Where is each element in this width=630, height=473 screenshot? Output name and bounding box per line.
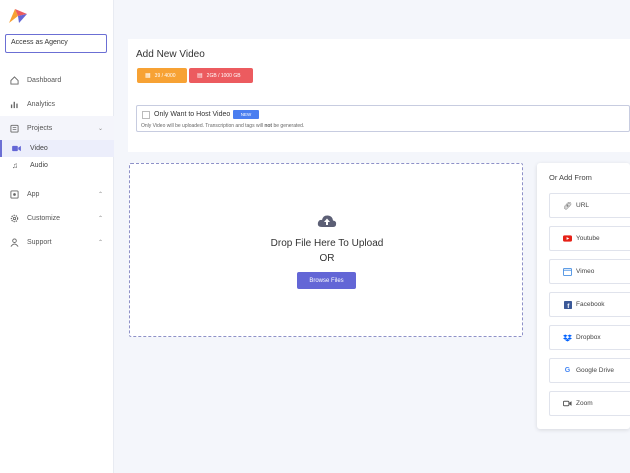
sidebar-item-label: Dashboard [27,76,62,84]
source-label: Vimeo [576,268,595,275]
chevron-up-icon[interactable]: ⌃ [98,191,103,198]
music-icon: ♫ [12,161,18,170]
user-icon [9,237,19,247]
sidebar-subitem-video[interactable]: Video [0,140,114,157]
chevron-up-icon[interactable]: ⌃ [98,239,103,246]
video-icon [12,145,22,153]
add-from-title: Or Add From [549,173,592,182]
sidebar-subitem-label: Video [30,145,48,152]
drop-file-text: Drop File Here To Upload [270,238,384,249]
app-icon [9,189,19,199]
video-count-text: 39 / 4000 [154,72,176,79]
source-label: Dropbox [576,334,601,341]
source-zoom-button[interactable]: Zoom [549,391,630,416]
youtube-icon [563,234,572,243]
gear-icon [9,213,19,223]
home-icon [9,75,19,85]
chevron-up-icon[interactable]: ⌃ [98,215,103,222]
dropbox-icon [563,333,572,342]
source-url-button[interactable]: 🔗︎ URL [549,193,630,218]
cloud-upload-icon [317,215,337,227]
link-icon: 🔗︎ [563,202,572,210]
page-title: Add New Video [136,49,205,60]
host-only-option: Only Want to Host Video NEW Only Video w… [136,105,630,132]
add-from-panel: Or Add From 🔗︎ URL Youtube Vimeo f Faceb… [537,163,630,429]
sidebar-subitem-audio[interactable]: ♫ Audio [0,157,114,174]
sidebar-item-label: Support [27,238,52,246]
source-label: Facebook [576,301,605,308]
source-youtube-button[interactable]: Youtube [549,226,630,251]
sidebar-nav: Dashboard Analytics Projects ⌄ Video ♫ A… [0,68,114,254]
access-as-agency-button[interactable]: Access as Agency [5,34,107,53]
logo-icon[interactable] [9,9,27,23]
sidebar-item-support[interactable]: Support ⌃ [0,230,114,254]
host-only-checkbox[interactable] [142,111,150,119]
bar-chart-icon [9,99,19,109]
folder-icon [9,123,19,133]
browse-files-button[interactable]: Browse Files [297,272,356,289]
chevron-down-icon[interactable]: ⌄ [98,125,103,132]
sidebar: Access as Agency Dashboard Analytics Pro… [0,0,114,473]
add-video-header-card: Add New Video ▦ 39 / 4000 ▤ 2GB / 1000 G… [128,39,630,152]
sidebar-item-app[interactable]: App ⌃ [0,182,114,206]
video-count-badge: ▦ 39 / 4000 [137,68,187,83]
source-google-drive-button[interactable]: G Google Drive [549,358,630,383]
source-label: Youtube [576,235,600,242]
sidebar-subitem-label: Audio [30,162,48,169]
new-badge: NEW [233,110,259,119]
source-vimeo-button[interactable]: Vimeo [549,259,630,284]
google-icon: G [564,367,571,374]
source-label: URL [576,202,590,209]
database-icon: ▤ [197,73,203,79]
upload-dropzone[interactable]: Drop File Here To Upload OR Browse Files [129,163,523,337]
sidebar-item-customize[interactable]: Customize ⌃ [0,206,114,230]
zoom-icon [563,399,572,408]
source-label: Zoom [576,400,593,407]
sidebar-item-label: Customize [27,214,61,222]
source-dropbox-button[interactable]: Dropbox [549,325,630,350]
host-only-note: Only Video will be uploaded. Transcripti… [141,123,305,129]
sidebar-item-label: Projects [27,124,53,132]
sidebar-item-label: App [27,190,40,198]
vimeo-icon [563,267,572,276]
source-facebook-button[interactable]: f Facebook [549,292,630,317]
source-label: Google Drive [576,367,614,374]
sidebar-item-dashboard[interactable]: Dashboard [0,68,114,92]
sidebar-item-label: Analytics [27,100,56,108]
facebook-icon: f [563,300,572,309]
or-text: OR [319,253,335,264]
stack-icon: ▦ [145,73,151,79]
sidebar-item-analytics[interactable]: Analytics [0,92,114,116]
sidebar-item-projects[interactable]: Projects ⌄ [0,116,114,140]
storage-badge: ▤ 2GB / 1000 GB [189,68,253,83]
storage-text: 2GB / 1000 GB [206,72,241,79]
host-only-label[interactable]: Only Want to Host Video [154,111,230,118]
